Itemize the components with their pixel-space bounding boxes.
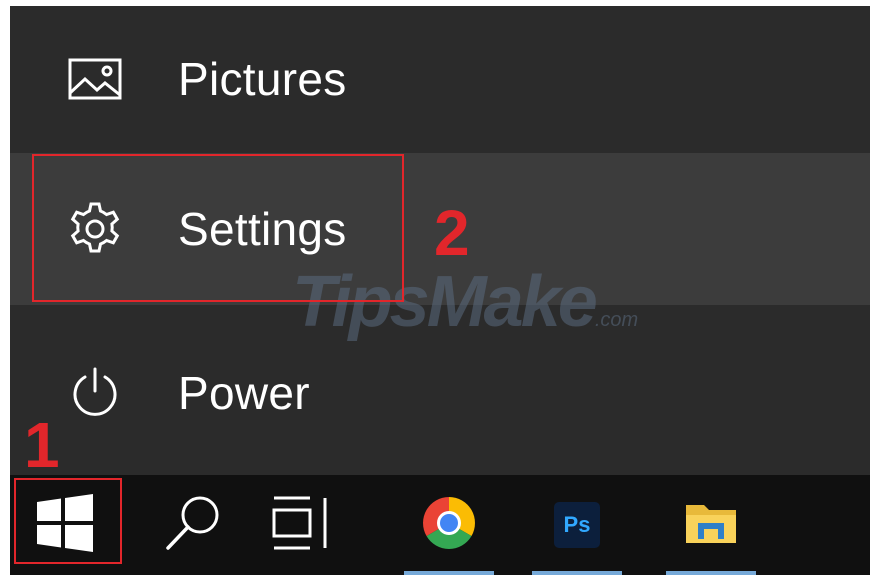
start-button-highlight-box — [14, 478, 122, 564]
pictures-icon — [66, 50, 124, 108]
photoshop-icon: Ps — [554, 502, 600, 548]
task-view-button[interactable] — [246, 475, 356, 575]
search-button[interactable] — [138, 475, 248, 575]
start-menu-item-label: Power — [178, 366, 310, 419]
photoshop-button[interactable]: Ps — [522, 475, 632, 575]
active-indicator — [666, 571, 756, 575]
start-menu-screenshot: Pictures Settings Power TipsMake.com 2 1 — [10, 6, 870, 575]
settings-highlight-box — [32, 154, 404, 302]
task-view-icon — [270, 495, 332, 556]
chrome-icon — [422, 496, 476, 555]
photoshop-icon-label: Ps — [563, 512, 591, 537]
folder-icon — [684, 499, 738, 552]
search-icon — [162, 492, 224, 559]
start-menu-item-pictures[interactable]: Pictures — [10, 6, 870, 151]
chrome-button[interactable] — [394, 475, 504, 575]
file-explorer-button[interactable] — [656, 475, 766, 575]
step-number-2: 2 — [434, 197, 470, 269]
power-icon — [66, 364, 124, 422]
active-indicator — [532, 571, 622, 575]
step-number-1: 1 — [24, 409, 60, 481]
active-indicator — [404, 571, 494, 575]
start-menu-item-label: Pictures — [178, 52, 347, 105]
watermark-suffix: .com — [594, 309, 639, 331]
taskbar: Ps — [10, 475, 870, 575]
